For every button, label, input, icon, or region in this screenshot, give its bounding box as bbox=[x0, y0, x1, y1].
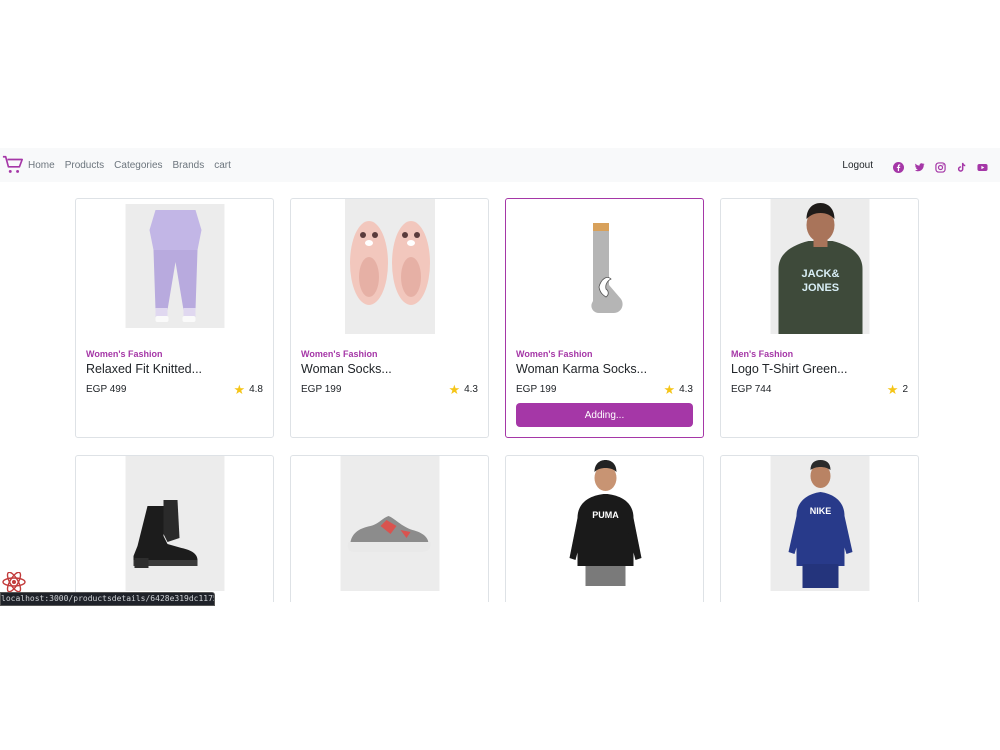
react-devtools-icon[interactable] bbox=[1, 571, 27, 593]
svg-text:JACK&: JACK& bbox=[801, 268, 839, 280]
product-rating: ★ 4.3 bbox=[448, 383, 478, 396]
product-image[interactable]: JACK& JONES bbox=[770, 199, 869, 334]
product-rating: ★ 2 bbox=[887, 383, 908, 396]
nav-right: Logout bbox=[842, 160, 1000, 173]
nav-left: Home Products Categories Brands cart bbox=[0, 154, 241, 176]
instagram-icon[interactable] bbox=[935, 160, 946, 173]
nav-link-categories[interactable]: Categories bbox=[114, 160, 162, 171]
rating-value: 4.8 bbox=[249, 384, 263, 395]
star-icon: ★ bbox=[886, 382, 899, 397]
product-price: EGP 199 bbox=[301, 384, 342, 395]
product-title[interactable]: Woman Karma Socks... bbox=[516, 362, 647, 376]
tiktok-icon[interactable] bbox=[956, 160, 967, 172]
product-image[interactable] bbox=[125, 204, 224, 328]
product-card[interactable]: JACK& JONES Men's Fashion Logo T-Shirt G… bbox=[720, 198, 919, 438]
nav-link-brands[interactable]: Brands bbox=[173, 160, 205, 171]
cart-logo-icon[interactable] bbox=[2, 154, 24, 176]
nav-link-home[interactable]: Home bbox=[28, 160, 55, 171]
product-title[interactable]: Relaxed Fit Knitted... bbox=[86, 362, 202, 376]
product-image[interactable] bbox=[340, 456, 439, 591]
product-card[interactable]: PUMA bbox=[505, 455, 704, 602]
product-card[interactable]: Women's Fashion Relaxed Fit Knitted... E… bbox=[75, 198, 274, 438]
star-icon: ★ bbox=[663, 382, 676, 397]
product-image[interactable] bbox=[125, 456, 224, 591]
product-title[interactable]: Woman Socks... bbox=[301, 362, 392, 376]
product-price: EGP 199 bbox=[516, 384, 557, 395]
status-bar-url: localhost:3000/productsdetails/6428e319d… bbox=[0, 592, 215, 606]
product-card[interactable] bbox=[75, 455, 274, 602]
nav-link-cart[interactable]: cart bbox=[214, 160, 231, 171]
product-category: Men's Fashion bbox=[731, 349, 794, 359]
svg-text:PUMA: PUMA bbox=[592, 510, 619, 520]
star-icon: ★ bbox=[233, 382, 246, 397]
product-rating: ★ 4.3 bbox=[663, 383, 693, 396]
product-card[interactable] bbox=[290, 455, 489, 602]
svg-text:JONES: JONES bbox=[801, 282, 838, 294]
add-to-cart-button[interactable]: Adding... bbox=[516, 403, 693, 427]
product-category: Women's Fashion bbox=[516, 349, 593, 359]
star-icon: ★ bbox=[448, 382, 461, 397]
product-title[interactable]: Logo T-Shirt Green... bbox=[731, 362, 848, 376]
product-card[interactable]: Women's Fashion Woman Socks... EGP 199 ★… bbox=[290, 198, 489, 438]
logout-link[interactable]: Logout bbox=[842, 160, 873, 171]
product-image[interactable] bbox=[344, 199, 435, 334]
youtube-icon[interactable] bbox=[977, 160, 988, 171]
product-rating: ★ 4.8 bbox=[233, 383, 263, 396]
product-image[interactable]: NIKE bbox=[770, 456, 869, 591]
rating-value: 4.3 bbox=[679, 384, 693, 395]
product-category: Women's Fashion bbox=[86, 349, 163, 359]
nav-link-products[interactable]: Products bbox=[65, 160, 104, 171]
svg-text:NIKE: NIKE bbox=[809, 506, 831, 516]
product-card[interactable]: NIKE bbox=[720, 455, 919, 602]
product-price: EGP 744 bbox=[731, 384, 772, 395]
twitter-icon[interactable] bbox=[914, 160, 925, 171]
facebook-icon[interactable] bbox=[893, 160, 904, 173]
navbar: Home Products Categories Brands cart Log… bbox=[0, 148, 1000, 182]
product-grid: Women's Fashion Relaxed Fit Knitted... E… bbox=[75, 198, 920, 602]
rating-value: 4.3 bbox=[464, 384, 478, 395]
product-category: Women's Fashion bbox=[301, 349, 378, 359]
product-image[interactable] bbox=[574, 219, 635, 319]
product-price: EGP 499 bbox=[86, 384, 127, 395]
product-card[interactable]: Women's Fashion Woman Karma Socks... EGP… bbox=[505, 198, 704, 438]
rating-value: 2 bbox=[902, 384, 908, 395]
product-image[interactable]: PUMA bbox=[555, 456, 654, 591]
